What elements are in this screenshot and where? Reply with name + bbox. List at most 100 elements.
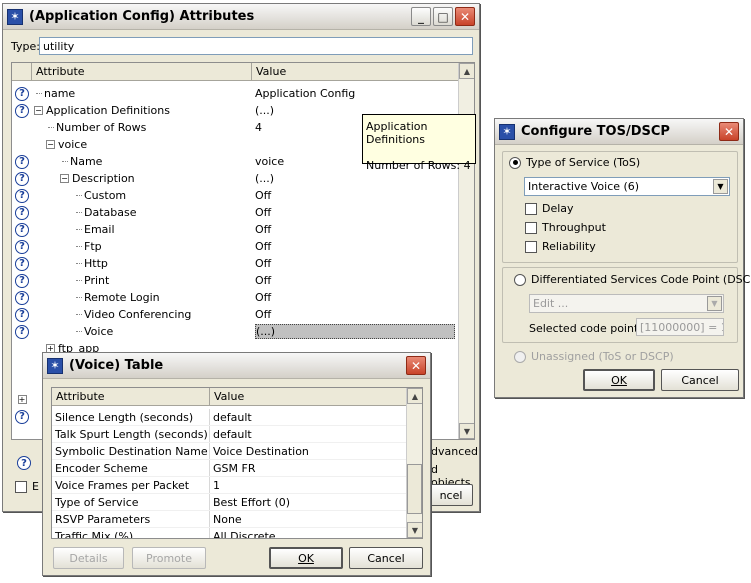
voice-scrollbar[interactable]: ▲ ▼	[406, 388, 422, 538]
chevron-down-icon[interactable]: ▼	[707, 296, 722, 311]
row-value[interactable]: GSM FR	[210, 462, 406, 475]
throughput-checkbox[interactable]: Throughput	[525, 221, 606, 234]
scroll-up-icon[interactable]: ▲	[407, 388, 422, 404]
attributes-titlebar[interactable]: ✶ (Application Config) Attributes _ □ ✕	[3, 4, 479, 30]
help-icon[interactable]: ?	[15, 171, 29, 186]
help-icon[interactable]: ?	[15, 324, 29, 339]
selected-code-field[interactable]: [11000000] = 192	[636, 318, 724, 336]
table-row[interactable]: Type of Service Best Effort (0)	[52, 494, 406, 511]
dscp-select[interactable]: Edit ... ▼	[529, 294, 724, 313]
table-row[interactable]: Silence Length (seconds) default	[52, 409, 406, 426]
table-row[interactable]: Voice Frames per Packet 1	[52, 477, 406, 494]
voice-table-titlebar[interactable]: ✶ (Voice) Table ✕	[43, 353, 430, 379]
table-row[interactable]: ? Print Off	[12, 272, 458, 289]
scroll-down-icon[interactable]: ▼	[407, 522, 422, 538]
ok-button[interactable]: OK	[269, 547, 343, 569]
radio-selected-icon[interactable]	[509, 156, 521, 169]
table-row[interactable]: ? Remote Login Off	[12, 289, 458, 306]
row-value[interactable]: 1	[210, 479, 406, 492]
row-value[interactable]: Off	[252, 240, 458, 253]
help-icon[interactable]: ?	[15, 222, 29, 237]
table-row[interactable]: Encoder Scheme GSM FR	[52, 460, 406, 477]
minimize-icon[interactable]: _	[411, 7, 431, 26]
reliability-checkbox[interactable]: Reliability	[525, 240, 596, 253]
help-icon[interactable]: ?	[15, 409, 29, 424]
promote-button[interactable]: Promote	[132, 547, 206, 569]
help-icon[interactable]: ?	[15, 86, 29, 101]
table-row[interactable]: Talk Spurt Length (seconds) default	[52, 426, 406, 443]
row-value[interactable]: Voice Destination	[210, 445, 406, 458]
row-value[interactable]: Off	[252, 274, 458, 287]
row-value[interactable]: Off	[252, 291, 458, 304]
help-icon[interactable]: ?	[17, 456, 31, 470]
help-icon[interactable]: ?	[15, 256, 29, 271]
col-value-header[interactable]: Value	[210, 388, 406, 405]
cancel-button[interactable]: ncel	[429, 484, 473, 506]
checkbox[interactable]	[525, 240, 537, 253]
table-row[interactable]: ? Http Off	[12, 255, 458, 272]
help-icon[interactable]: ?	[15, 239, 29, 254]
row-value[interactable]: (...)	[252, 172, 458, 185]
tos-radio[interactable]: Type of Service (ToS)	[509, 156, 640, 169]
table-row[interactable]: ? Custom Off	[12, 187, 458, 204]
table-row[interactable]: ? Email Off	[12, 221, 458, 238]
table-row[interactable]: ? name Application Config	[12, 85, 458, 102]
table-row[interactable]: ? Video Conferencing Off	[12, 306, 458, 323]
row-value[interactable]: Application Config	[252, 87, 458, 100]
checkbox[interactable]	[15, 480, 27, 493]
scroll-down-icon[interactable]: ▼	[459, 423, 474, 439]
selected-value-cell[interactable]: (...)	[255, 324, 455, 339]
row-value[interactable]: None	[210, 513, 406, 526]
checkbox[interactable]	[525, 221, 537, 234]
help-icon[interactable]: ?	[15, 188, 29, 203]
row-value[interactable]: All Discrete	[210, 530, 406, 539]
cancel-button[interactable]: Cancel	[661, 369, 739, 391]
row-value[interactable]: Off	[252, 189, 458, 202]
scroll-thumb[interactable]	[407, 464, 422, 514]
table-row[interactable]: Symbolic Destination Name Voice Destinati…	[52, 443, 406, 460]
row-value[interactable]: Best Effort (0)	[210, 496, 406, 509]
collapse-icon[interactable]: −	[34, 106, 43, 115]
ok-button[interactable]: OK	[583, 369, 655, 391]
table-row[interactable]: ? Ftp Off	[12, 238, 458, 255]
table-row[interactable]: ? − Description (...)	[12, 170, 458, 187]
type-field[interactable]: utility	[39, 37, 473, 55]
collapse-icon[interactable]: −	[60, 174, 69, 183]
help-icon[interactable]: ?	[15, 290, 29, 305]
col-attribute-header[interactable]: Attribute	[32, 63, 252, 80]
chevron-down-icon[interactable]: ▼	[713, 179, 728, 194]
help-icon[interactable]: ?	[15, 205, 29, 220]
help-icon[interactable]: ?	[15, 273, 29, 288]
cancel-button[interactable]: Cancel	[349, 547, 423, 569]
help-icon[interactable]: ?	[15, 307, 29, 322]
tos-select[interactable]: Interactive Voice (6) ▼	[524, 177, 730, 196]
delay-checkbox[interactable]: Delay	[525, 202, 574, 215]
table-row[interactable]: RSVP Parameters None	[52, 511, 406, 528]
row-value[interactable]: Off	[252, 257, 458, 270]
help-icon[interactable]: ?	[15, 154, 29, 169]
col-value-header[interactable]: Value	[252, 63, 458, 80]
row-value[interactable]: Off	[252, 308, 458, 321]
maximize-icon[interactable]: □	[433, 7, 453, 26]
col-attribute-header[interactable]: Attribute	[52, 388, 210, 405]
table-row[interactable]: Traffic Mix (%) All Discrete	[52, 528, 406, 539]
scroll-up-icon[interactable]: ▲	[459, 63, 474, 79]
close-icon[interactable]: ✕	[406, 356, 426, 375]
row-value[interactable]: Off	[252, 206, 458, 219]
tos-titlebar[interactable]: ✶ Configure TOS/DSCP ✕	[495, 119, 743, 145]
close-icon[interactable]: ✕	[719, 122, 739, 141]
row-value[interactable]: default	[210, 411, 406, 424]
details-button[interactable]: Details	[53, 547, 124, 569]
expand-icon[interactable]: +	[17, 395, 27, 404]
table-row[interactable]: ? Voice (...)	[12, 323, 458, 340]
table-row[interactable]: ? Database Off	[12, 204, 458, 221]
checkbox[interactable]	[525, 202, 537, 215]
collapse-icon[interactable]: −	[46, 140, 55, 149]
help-icon[interactable]: ?	[15, 103, 29, 118]
radio-disabled-icon[interactable]	[514, 350, 526, 363]
unassigned-radio[interactable]: Unassigned (ToS or DSCP)	[514, 350, 674, 363]
row-value[interactable]: default	[210, 428, 406, 441]
close-icon[interactable]: ✕	[455, 7, 475, 26]
row-value[interactable]: Off	[252, 223, 458, 236]
dscp-radio[interactable]: Differentiated Services Code Point (DSCP…	[514, 273, 751, 286]
